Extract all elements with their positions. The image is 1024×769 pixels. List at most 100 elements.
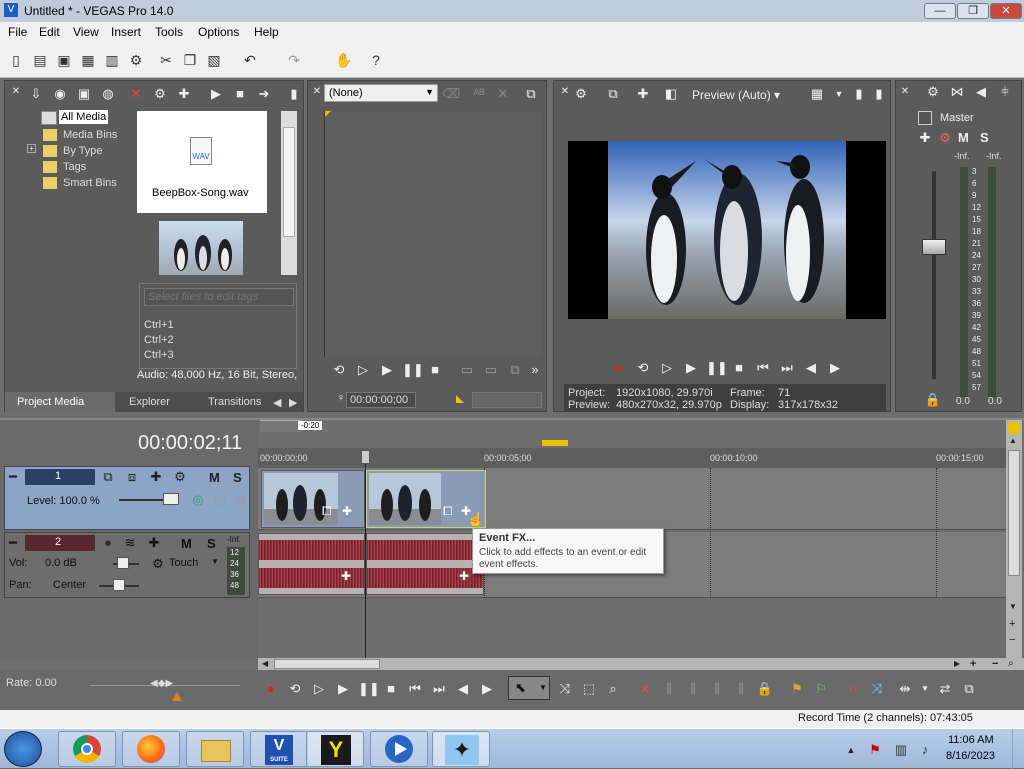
taskbar-explorer-icon[interactable] — [186, 731, 244, 767]
web-icon[interactable]: ◍ — [99, 85, 117, 103]
tab-project-media[interactable]: Project Media — [5, 392, 115, 412]
tab-scroll-right-icon[interactable]: ▶ — [289, 396, 297, 409]
normal-edit-tool[interactable]: ⬉ ▼ — [508, 676, 550, 700]
selected-events-icon[interactable]: ⇄ — [936, 680, 954, 698]
media-generators-icon[interactable]: ✚ — [175, 85, 193, 103]
play-icon[interactable]: ▶ — [682, 359, 700, 377]
menu-insert[interactable]: Insert — [111, 25, 141, 39]
split-screen-icon[interactable]: ✚ — [634, 85, 652, 103]
stop-icon[interactable]: ■ — [231, 85, 249, 103]
event-fx-icon[interactable]: ✚ — [342, 504, 352, 518]
composite-icon[interactable]: ◎ — [231, 491, 249, 509]
go-to-start-icon[interactable]: ⏮ — [406, 680, 424, 698]
scroll-down-icon[interactable]: ▼ — [1009, 602, 1019, 614]
clear-icon[interactable]: ⌫ — [442, 85, 460, 103]
trimmer-viewport[interactable] — [324, 111, 542, 357]
show-desktop-button[interactable] — [1012, 729, 1024, 769]
motion-icon[interactable]: ⧈ — [123, 468, 141, 486]
rate-slider-handle[interactable]: ◀◆▶ — [150, 678, 173, 689]
selection-tool-icon[interactable]: ⬚ — [580, 680, 598, 698]
record-icon[interactable]: ● — [610, 359, 628, 377]
marker-icon[interactable]: ⚑ — [788, 680, 806, 698]
lock-envelopes-icon[interactable]: ⧉ — [960, 680, 978, 698]
scroll-left-icon[interactable]: ◀ — [262, 659, 268, 668]
marker-region-icon[interactable] — [542, 440, 568, 446]
copy-icon[interactable]: ❐ — [180, 50, 200, 70]
event-fx-icon[interactable]: ✚ — [459, 569, 469, 583]
properties-icon[interactable]: ⚙ — [126, 50, 146, 70]
panel-close-icon[interactable]: ✕ — [7, 83, 25, 101]
region-icon[interactable]: ⚐ — [812, 680, 830, 698]
external-monitor-icon[interactable]: ⧉ — [604, 85, 622, 103]
video-track-header[interactable]: ━ 1 ⧉ ⧈ ✚ ⚙ M S Level: 100.0 % ◎ ◎ ◎ — [4, 466, 250, 530]
audio-track-header[interactable]: ━ 2 ● ≋ ✚ M S Vol: 0.0 dB ⚙ Touch ▼ Pan:… — [4, 532, 250, 598]
save-snapshot-icon[interactable]: ▮ — [870, 85, 888, 103]
delete-icon[interactable]: ✕ — [636, 680, 654, 698]
split-icon[interactable]: ⫼ — [732, 680, 750, 698]
save-icon[interactable]: ▣ — [54, 50, 74, 70]
menu-help[interactable]: Help — [254, 25, 279, 39]
scroll-thumb[interactable] — [1008, 450, 1020, 576]
ripple-edit-icon[interactable]: ⇹ — [896, 680, 914, 698]
undo-icon[interactable]: ↶ — [240, 50, 260, 70]
tray-volume-icon[interactable]: ♪ — [916, 741, 934, 759]
master-fx-icon[interactable]: ⚙ — [924, 83, 942, 101]
menu-options[interactable]: Options — [198, 25, 239, 39]
tray-expand-icon[interactable]: ▲ — [842, 741, 860, 759]
timeline-timecode[interactable]: 00:00:02;11 — [138, 432, 242, 455]
render-icon[interactable]: ▥ — [102, 50, 122, 70]
minimize-button[interactable]: — — [924, 3, 956, 19]
parent-composite-icon[interactable]: ◎ — [189, 491, 207, 509]
cut-icon[interactable]: ✂ — [156, 50, 176, 70]
play-from-start-icon[interactable]: ▷ — [658, 359, 676, 377]
zoom-out-time-icon[interactable]: − — [992, 658, 998, 670]
media-fx-icon[interactable]: ⚙ — [151, 85, 169, 103]
zoom-tool-icon[interactable]: ⌕ — [604, 680, 622, 698]
trim-end-icon[interactable]: ⫼ — [708, 680, 726, 698]
menu-tools[interactable]: Tools — [155, 25, 183, 39]
timeline-vertical-scrollbar[interactable]: ▲ ▼ + − — [1006, 420, 1022, 660]
previous-frame-icon[interactable]: ◀ — [454, 680, 472, 698]
taskbar-media-player-icon[interactable] — [370, 731, 428, 767]
automation-mode[interactable]: Touch — [169, 557, 198, 569]
zoom-out-track-icon[interactable]: − — [1009, 634, 1015, 646]
playhead-handle[interactable] — [361, 450, 370, 464]
lock-icon[interactable]: 🔒 — [924, 391, 942, 409]
pause-icon[interactable]: ❚❚ — [358, 680, 380, 698]
trimmer-timecode[interactable]: 00:00:00;00 — [346, 392, 416, 408]
add-after-icon[interactable]: ▭ — [482, 361, 500, 379]
views-icon[interactable]: ▮ — [285, 85, 303, 103]
trim-icon[interactable]: ⫼ — [660, 680, 678, 698]
taskbar-vegas-pro-icon[interactable]: ✦ — [432, 731, 490, 767]
media-scrollbar[interactable] — [281, 111, 297, 275]
stop-icon[interactable]: ■ — [426, 361, 444, 379]
event-fx-icon[interactable]: ✚ — [341, 569, 351, 583]
dropdown-arrow-icon[interactable]: ▼ — [211, 557, 219, 566]
copy-snapshot-icon[interactable]: ▮ — [850, 85, 868, 103]
master-solo-button[interactable]: S — [980, 130, 989, 145]
auto-preview-icon[interactable]: ➜ — [255, 85, 273, 103]
volume-slider-handle[interactable] — [117, 557, 129, 569]
get-media-icon[interactable]: ▣ — [75, 85, 93, 103]
play-from-start-icon[interactable]: ▷ — [354, 361, 372, 379]
auto-crossfade-icon[interactable]: ⤨ — [868, 680, 886, 698]
track-fx-icon[interactable]: ✚ — [147, 468, 165, 486]
pause-icon[interactable]: ❚❚ — [706, 359, 728, 377]
automation-icon[interactable]: ⚙ — [149, 555, 167, 573]
audio-track-mute[interactable]: M — [181, 536, 192, 551]
envelope-tool-icon[interactable]: ⤨ — [556, 680, 574, 698]
event-pan-crop-icon[interactable]: ⧠ — [322, 504, 332, 519]
go-to-end-icon[interactable]: ⏭ — [430, 680, 448, 698]
detach-icon[interactable]: ⧉ — [522, 85, 540, 103]
loop-icon[interactable]: ⟲ — [634, 359, 652, 377]
play-icon[interactable]: ▶ — [378, 361, 396, 379]
new-icon[interactable]: ▯ — [6, 50, 26, 70]
pause-icon[interactable]: ❚❚ — [402, 361, 424, 379]
go-to-start-icon[interactable]: ⏮ — [754, 359, 772, 377]
track-minimize-icon[interactable]: ━ — [9, 469, 17, 485]
arm-record-icon[interactable]: ● — [99, 534, 117, 552]
next-frame-icon[interactable]: ▶ — [478, 680, 496, 698]
save-as-icon[interactable]: ▦ — [78, 50, 98, 70]
snapshot-icon[interactable] — [1008, 422, 1020, 434]
play-icon[interactable]: ▶ — [334, 680, 352, 698]
